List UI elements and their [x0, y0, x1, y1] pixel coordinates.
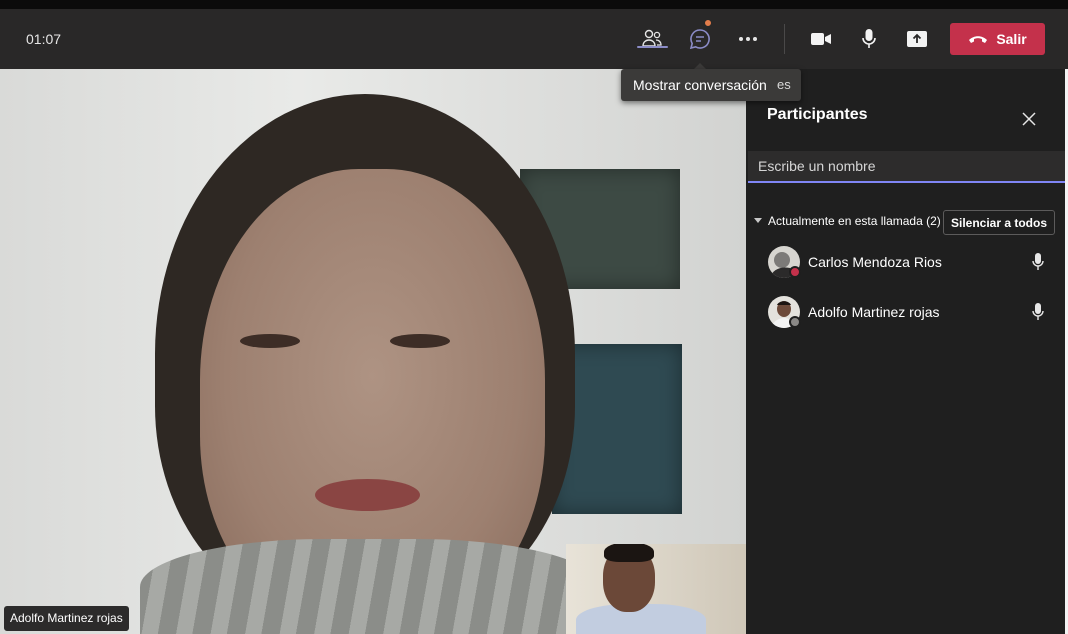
leave-call-button[interactable]: Salir	[950, 23, 1045, 55]
mute-all-button[interactable]: Silenciar a todos	[943, 210, 1055, 235]
tooltip-text: Mostrar conversación	[633, 77, 767, 93]
self-person-hair	[604, 544, 654, 562]
active-tab-indicator	[637, 46, 668, 48]
microphone-icon	[1032, 303, 1044, 320]
show-conversation-button[interactable]	[683, 24, 717, 54]
toolbar-divider	[784, 24, 785, 54]
video-person-eye	[390, 334, 450, 348]
video-person-mouth	[315, 479, 420, 511]
hang-up-icon	[969, 36, 988, 43]
call-timer: 01:07	[26, 31, 62, 47]
video-person-eye	[240, 334, 300, 348]
main-video-name-tag: Adolfo Martinez rojas	[4, 606, 129, 631]
leave-call-label: Salir	[996, 31, 1027, 47]
tooltip-tail-text: es	[777, 77, 791, 92]
close-panel-button[interactable]	[1018, 108, 1040, 130]
microphone-icon	[1032, 253, 1044, 270]
chat-icon	[689, 29, 710, 50]
title-strip	[0, 0, 1068, 9]
video-person-shirt	[140, 539, 600, 634]
presence-offline-icon	[789, 316, 801, 328]
show-participants-button[interactable]	[635, 24, 669, 54]
chat-notification-badge	[704, 19, 712, 27]
participant-search-input[interactable]	[748, 151, 1065, 183]
caret-down-icon	[754, 218, 762, 223]
camera-button[interactable]	[804, 24, 838, 54]
close-icon	[1022, 112, 1036, 126]
call-toolbar: 01:07 Salir	[0, 9, 1068, 69]
camera-icon	[811, 33, 831, 45]
microphone-button[interactable]	[852, 24, 886, 54]
participant-row[interactable]: Adolfo Martinez rojas	[748, 289, 1064, 335]
more-actions-button[interactable]	[731, 24, 765, 54]
section-label: Actualmente en esta llamada (2)	[768, 214, 941, 228]
current-call-section-header[interactable]: Actualmente en esta llamada (2)	[754, 214, 941, 228]
more-icon	[739, 37, 757, 41]
participant-name: Carlos Mendoza Rios	[808, 254, 942, 270]
show-conversation-tooltip: Mostrar conversación	[621, 69, 801, 101]
participant-name: Adolfo Martinez rojas	[808, 304, 940, 320]
microphone-icon	[862, 29, 876, 48]
share-screen-button[interactable]	[900, 24, 934, 54]
share-screen-icon	[907, 31, 927, 47]
self-video-preview[interactable]	[566, 544, 746, 634]
participant-row[interactable]: Carlos Mendoza Rios	[748, 239, 1064, 285]
panel-title: Participantes	[767, 106, 868, 123]
presence-busy-icon	[789, 266, 801, 278]
